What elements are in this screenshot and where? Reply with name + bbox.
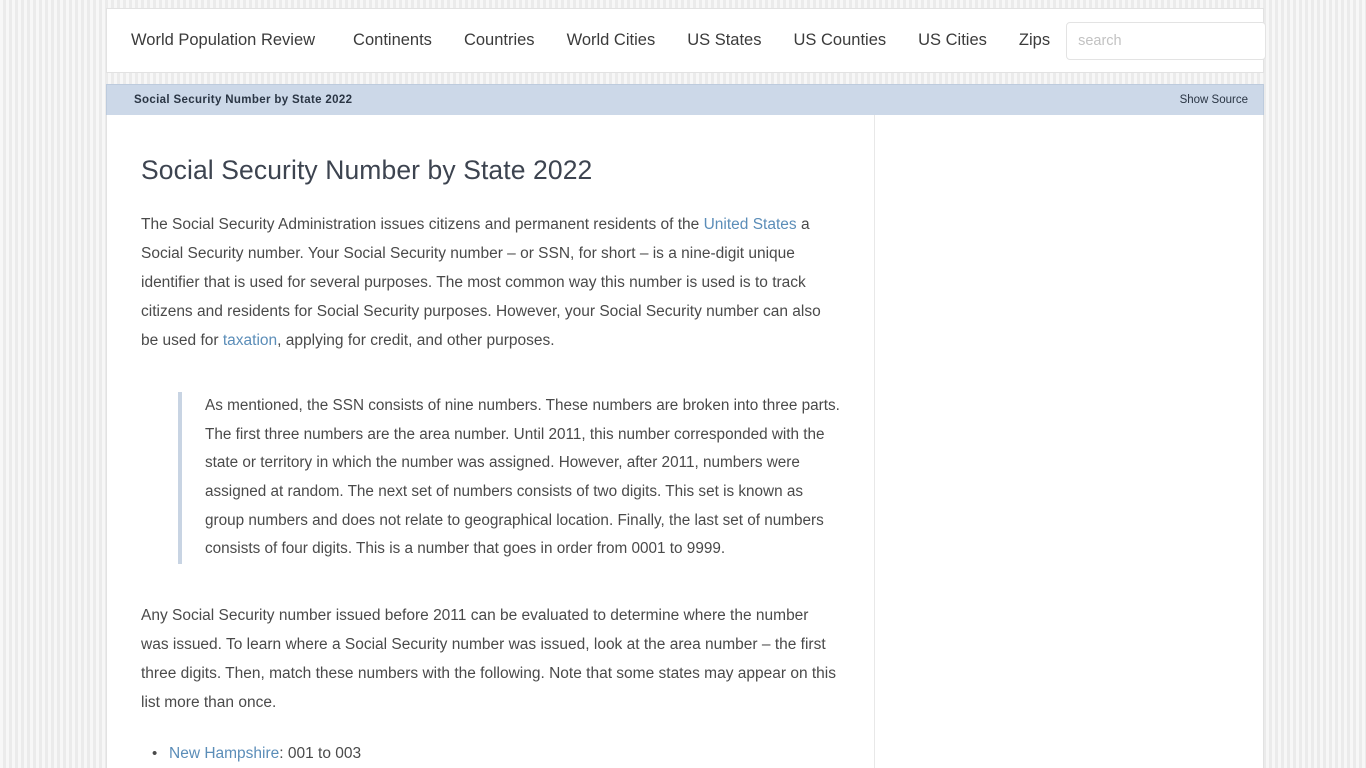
- page-wrapper: World Population Review Continents Count…: [106, 0, 1267, 768]
- search-container: [1066, 21, 1267, 60]
- link-new-hampshire[interactable]: New Hampshire: [169, 745, 279, 762]
- intro-paragraph: The Social Security Administration issue…: [141, 210, 840, 355]
- nav-links: World Population Review Continents Count…: [131, 32, 1066, 49]
- article-column: Social Security Number by State 2022 The…: [107, 115, 875, 768]
- nav-item-us-counties[interactable]: US Counties: [778, 32, 903, 49]
- intro-text-part-3: , applying for credit, and other purpose…: [277, 331, 555, 349]
- breadcrumb-bar: Social Security Number by State 2022 Sho…: [106, 84, 1264, 115]
- second-paragraph: Any Social Security number issued before…: [141, 607, 836, 712]
- show-source-button[interactable]: Show Source: [1180, 94, 1248, 106]
- breadcrumb-title: Social Security Number by State 2022: [134, 94, 353, 106]
- callout-text: As mentioned, the SSN consists of nine n…: [205, 396, 840, 558]
- content-area: Social Security Number by State 2022 The…: [106, 115, 1264, 768]
- link-united-states[interactable]: United States: [704, 216, 797, 233]
- link-taxation[interactable]: taxation: [223, 332, 277, 349]
- nav-item-us-states[interactable]: US States: [671, 32, 777, 49]
- nav-item-brand[interactable]: World Population Review: [131, 32, 337, 49]
- ssn-range-list: New Hampshire: 001 to 003: [141, 739, 840, 768]
- nav-item-world-cities[interactable]: World Cities: [551, 32, 672, 49]
- intro-text-part-2: a Social Security number. Your Social Se…: [141, 215, 821, 349]
- nav-item-us-cities[interactable]: US Cities: [902, 32, 1003, 49]
- callout-blockquote: As mentioned, the SSN consists of nine n…: [178, 391, 840, 565]
- sidebar-column: [875, 115, 1263, 768]
- page-title: Social Security Number by State 2022: [141, 155, 593, 185]
- list-item-range: : 001 to 003: [279, 745, 362, 763]
- nav-item-zips[interactable]: Zips: [1003, 32, 1066, 49]
- nav-item-continents[interactable]: Continents: [337, 32, 448, 49]
- nav-item-countries[interactable]: Countries: [448, 32, 551, 49]
- top-navigation-bar: World Population Review Continents Count…: [106, 8, 1267, 73]
- list-item: New Hampshire: 001 to 003: [152, 739, 840, 768]
- search-input[interactable]: [1066, 21, 1267, 60]
- intro-text-part-1: The Social Security Administration issue…: [141, 215, 704, 233]
